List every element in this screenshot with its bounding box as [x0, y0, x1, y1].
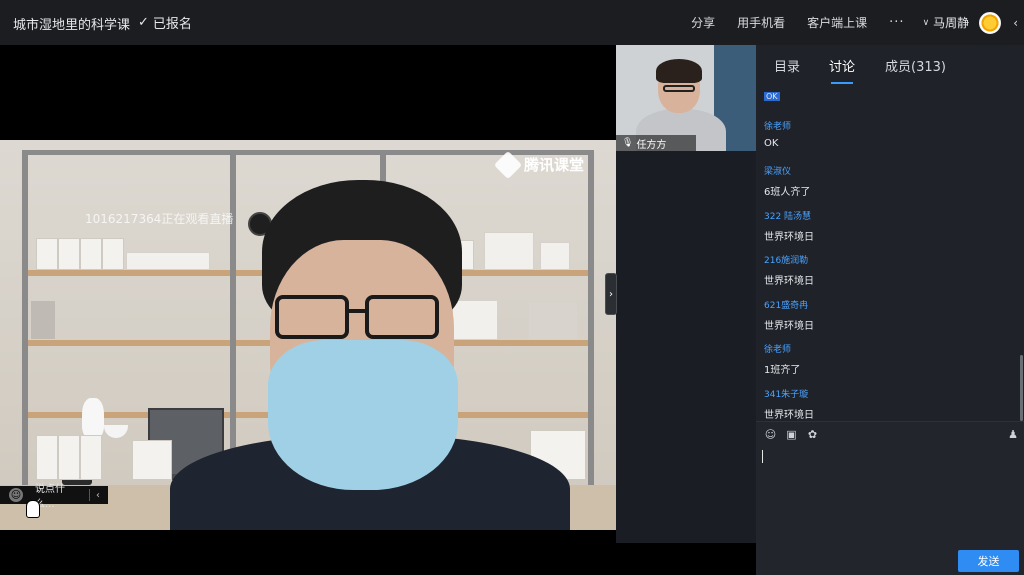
shelf-post: [588, 150, 594, 485]
top-actions: 分享 用手机看 客户端上课 ··· ∨ 马周静 ‹: [691, 0, 1024, 45]
message-text: OK: [764, 138, 779, 149]
book-row: [30, 300, 56, 340]
list-item: 216施润勒 世界环境日: [764, 253, 1014, 287]
storage-box: [80, 238, 102, 270]
glasses-lens: [365, 295, 439, 339]
message-text: 6班人齐了: [764, 187, 811, 198]
message-text: 世界环境日: [764, 276, 814, 287]
user-menu[interactable]: ∨ 马周静: [922, 11, 1002, 34]
viewer-overlay: 1016217364正在观看直播: [85, 212, 234, 226]
panel-expand-handle[interactable]: ›: [605, 273, 617, 315]
storage-box: [58, 238, 80, 270]
bowl: [104, 425, 128, 438]
enrolled-status: ✓ 已报名: [138, 13, 192, 32]
video-frame: 1016217364正在观看直播 腾讯课堂: [0, 140, 616, 530]
message-sender[interactable]: 梁淑仪: [764, 164, 1014, 177]
tab-members[interactable]: 成员(313): [885, 56, 946, 75]
message-sender[interactable]: 621盛奇冉: [764, 298, 1014, 311]
message-text: 世界环境日: [764, 410, 814, 421]
chat-tabs: 目录 讨论 成员(313): [756, 45, 1024, 85]
watermark-text: 腾讯课堂: [524, 156, 585, 174]
divider: [89, 489, 90, 501]
more-menu-button[interactable]: ···: [889, 15, 904, 30]
chevron-down-icon: ∨: [922, 17, 930, 28]
emoji-icon[interactable]: ☺: [764, 428, 777, 441]
camera-name: 任方方: [636, 139, 667, 151]
client-class-button[interactable]: 客户端上课: [807, 14, 867, 31]
student-camera-tile[interactable]: 🎙 任方方: [616, 45, 756, 151]
storage-box: [102, 238, 124, 270]
user-icon[interactable]: ♟: [1008, 428, 1018, 441]
tab-discussion[interactable]: 讨论: [829, 56, 855, 84]
app-window: 城市湿地里的科学课 ✓ 已报名 分享 用手机看 客户端上课 ··· ∨ 马周静 …: [0, 0, 1024, 575]
glasses-bridge: [347, 309, 367, 313]
watermark: 腾讯课堂: [493, 150, 585, 179]
teacher-figure: [170, 180, 570, 530]
side-video-panel: 🎙 任方方: [616, 45, 756, 543]
chevron-left-icon[interactable]: ‹: [96, 490, 100, 501]
storage-box: [58, 435, 80, 480]
storage-box: [36, 435, 58, 480]
list-item: 徐老师 OK: [764, 119, 1014, 149]
microphone-icon: 🎙: [622, 138, 634, 148]
student-hair: [656, 59, 702, 83]
storage-box: [132, 440, 172, 480]
vase: [82, 398, 104, 438]
list-item: 621盛奇冉 世界环境日: [764, 298, 1014, 332]
course-title: 城市湿地里的科学课: [13, 18, 131, 33]
message-composer: ☺ ▣ ✿ ♟ 发送: [756, 421, 1024, 575]
teacher-glasses: [275, 295, 445, 341]
list-item: 徐老师 1班齐了: [764, 342, 1014, 376]
list-item: 322 陆汤慧 世界环境日: [764, 209, 1014, 243]
message-text: 世界环境日: [764, 232, 814, 243]
hand-cursor-icon: [26, 500, 40, 518]
message-sender[interactable]: 216施润勒: [764, 253, 1014, 266]
flower-icon[interactable]: ✿: [806, 428, 819, 441]
avatar[interactable]: [979, 11, 1002, 34]
composer-toolbar: ☺ ▣ ✿: [764, 428, 819, 441]
check-icon: ✓: [138, 15, 149, 30]
main-video[interactable]: 1016217364正在观看直播 腾讯课堂 ☺ 说点什么... ‹: [0, 45, 616, 575]
list-item: 341朱子璇 世界环境日: [764, 387, 1014, 421]
face-mask: [268, 340, 458, 490]
send-button[interactable]: 发送: [958, 550, 1019, 572]
camera-name-label: 🎙 任方方: [616, 135, 696, 151]
top-bar: 城市湿地里的科学课 ✓ 已报名 分享 用手机看 客户端上课 ··· ∨ 马周静 …: [0, 0, 1024, 45]
message-text: 世界环境日: [764, 321, 814, 332]
image-icon[interactable]: ▣: [785, 428, 798, 441]
watch-on-phone-button[interactable]: 用手机看: [737, 14, 785, 31]
chevron-left-icon[interactable]: ‹: [1013, 16, 1018, 30]
tencent-classroom-logo-icon: [493, 150, 523, 179]
student-glasses: [663, 85, 695, 92]
message-badge: OK: [764, 92, 780, 101]
danmu-input[interactable]: 说点什么...: [35, 480, 81, 510]
message-sender[interactable]: 徐老师: [764, 342, 1014, 355]
glasses-lens: [275, 295, 349, 339]
message-text: 1班齐了: [764, 365, 801, 376]
tab-catalog[interactable]: 目录: [774, 56, 800, 75]
shelf-post: [22, 150, 28, 485]
share-button[interactable]: 分享: [691, 14, 715, 31]
message-sender[interactable]: 徐老师: [764, 119, 1014, 132]
chat-panel: 目录 讨论 成员(313) OK 徐老师 OK 梁淑仪 6班人齐了 322 陆汤…: [756, 45, 1024, 575]
list-item: 梁淑仪 6班人齐了: [764, 164, 1014, 198]
storage-box: [36, 238, 58, 270]
danmu-bar: ☺ 说点什么... ‹: [0, 484, 108, 510]
message-input[interactable]: [762, 450, 763, 463]
emoji-icon[interactable]: ☺: [9, 488, 23, 502]
storage-box: [80, 435, 102, 480]
message-list[interactable]: OK 徐老师 OK 梁淑仪 6班人齐了 322 陆汤慧 世界环境日 216施润勒…: [756, 89, 1018, 421]
message-sender[interactable]: 322 陆汤慧: [764, 209, 1014, 222]
enrolled-label: 已报名: [152, 17, 192, 32]
chat-scrollbar[interactable]: [1020, 355, 1023, 421]
user-name: 马周静: [933, 16, 970, 30]
message-sender[interactable]: 341朱子璇: [764, 387, 1014, 400]
